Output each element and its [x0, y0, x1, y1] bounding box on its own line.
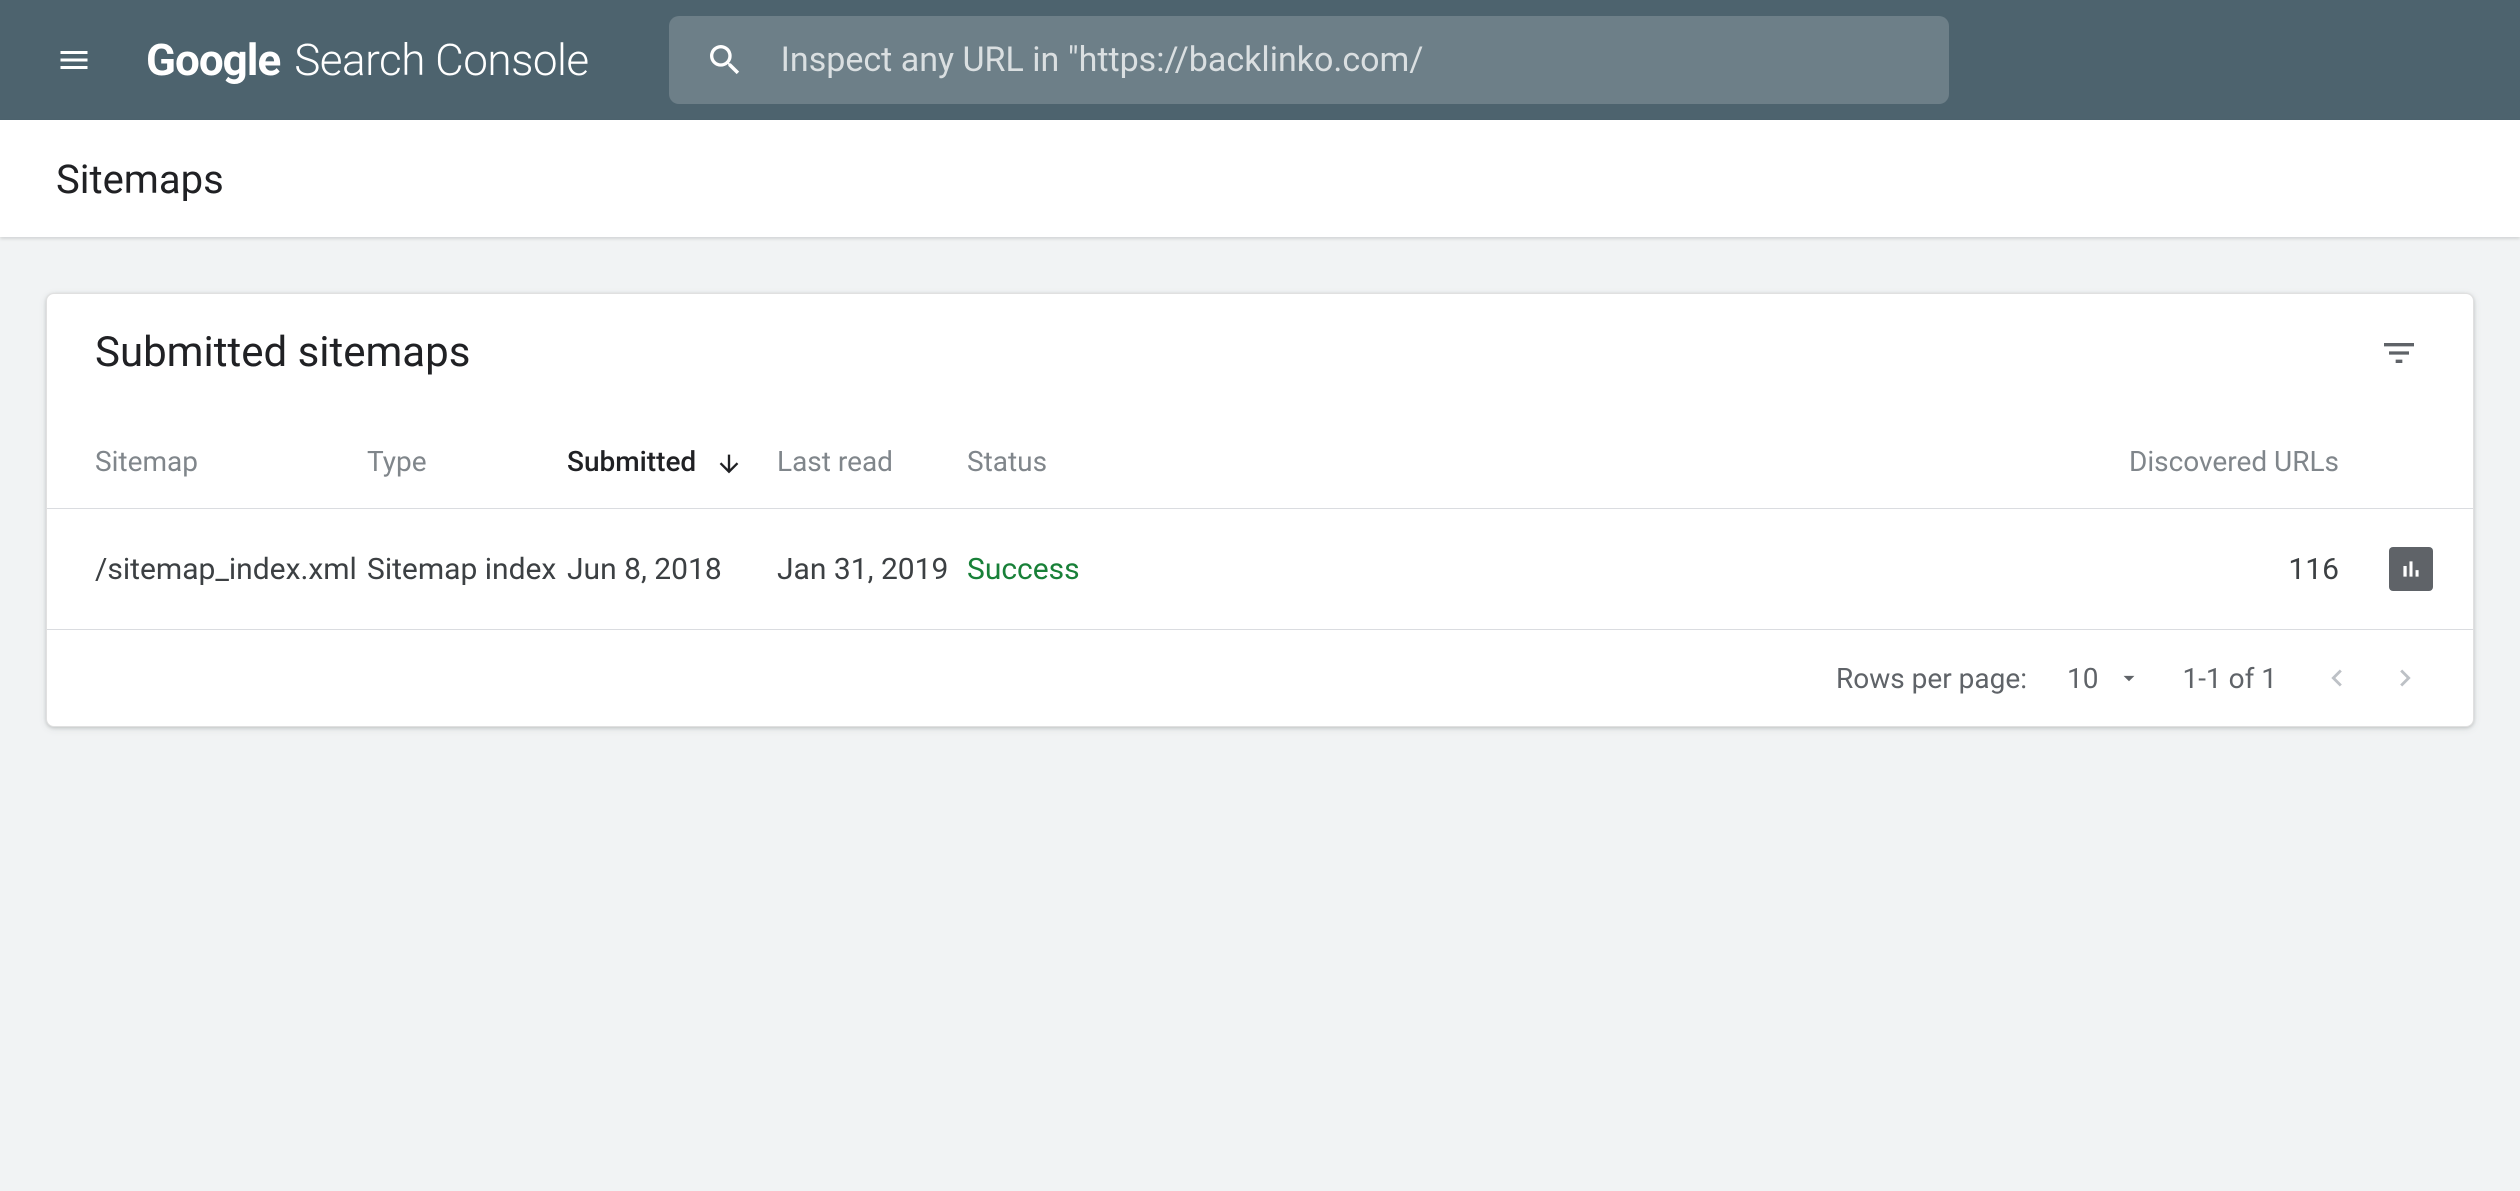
logo-google: Google — [146, 34, 280, 86]
sort-descending-icon — [715, 450, 743, 478]
chevron-right-icon — [2388, 661, 2422, 695]
dropdown-icon — [2116, 665, 2142, 691]
pagination: Rows per page: 10 1-1 of 1 — [47, 630, 2473, 726]
column-sitemap[interactable]: Sitemap — [47, 425, 367, 509]
sitemaps-table: Sitemap Type Submitted Last read Status … — [47, 425, 2473, 630]
search-box[interactable] — [669, 16, 1949, 104]
page-range: 1-1 of 1 — [2182, 662, 2277, 695]
page-title-bar: Sitemaps — [0, 120, 2520, 237]
cell-last-read: Jan 31, 2019 — [777, 509, 967, 630]
cell-action — [2389, 509, 2473, 630]
search-input[interactable] — [781, 40, 1913, 80]
app-logo: Google Search Console — [146, 34, 589, 86]
status-badge: Success — [967, 552, 1080, 587]
column-submitted[interactable]: Submitted — [567, 425, 777, 509]
menu-button[interactable] — [50, 36, 98, 84]
logo-product: Search Console — [294, 34, 588, 86]
filter-button[interactable] — [2375, 329, 2423, 377]
card-title: Submitted sitemaps — [95, 328, 470, 377]
view-coverage-button[interactable] — [2389, 547, 2433, 591]
app-header: Google Search Console — [0, 0, 2520, 120]
chevron-left-icon — [2320, 661, 2354, 695]
bar-chart-icon — [2398, 556, 2424, 582]
table-row[interactable]: /sitemap_index.xml Sitemap index Jun 8, … — [47, 509, 2473, 630]
cell-type: Sitemap index — [367, 509, 567, 630]
column-status[interactable]: Status — [967, 425, 1187, 509]
cell-sitemap: /sitemap_index.xml — [47, 509, 367, 630]
filter-icon — [2379, 333, 2419, 373]
cell-status: Success — [967, 509, 1187, 630]
content-area: Submitted sitemaps Sitemap Type Submitte… — [0, 237, 2520, 783]
table-header-row: Sitemap Type Submitted Last read Status … — [47, 425, 2473, 509]
search-icon — [705, 40, 745, 80]
submitted-sitemaps-card: Submitted sitemaps Sitemap Type Submitte… — [46, 293, 2474, 727]
column-submitted-label: Submitted — [567, 445, 696, 478]
cell-discovered: 116 — [1187, 509, 2389, 630]
page-title: Sitemaps — [56, 156, 2464, 203]
hamburger-icon — [56, 42, 92, 78]
next-page-button[interactable] — [2385, 658, 2425, 698]
prev-page-button[interactable] — [2317, 658, 2357, 698]
column-action — [2389, 425, 2473, 509]
column-last-read[interactable]: Last read — [777, 425, 967, 509]
rows-per-page-value: 10 — [2067, 662, 2098, 695]
rows-per-page-select[interactable]: 10 — [2067, 662, 2142, 695]
card-header: Submitted sitemaps — [47, 294, 2473, 425]
cell-submitted: Jun 8, 2018 — [567, 509, 777, 630]
column-type[interactable]: Type — [367, 425, 567, 509]
rows-per-page-label: Rows per page: — [1836, 662, 2027, 695]
page-nav — [2317, 658, 2425, 698]
column-discovered[interactable]: Discovered URLs — [1187, 425, 2389, 509]
